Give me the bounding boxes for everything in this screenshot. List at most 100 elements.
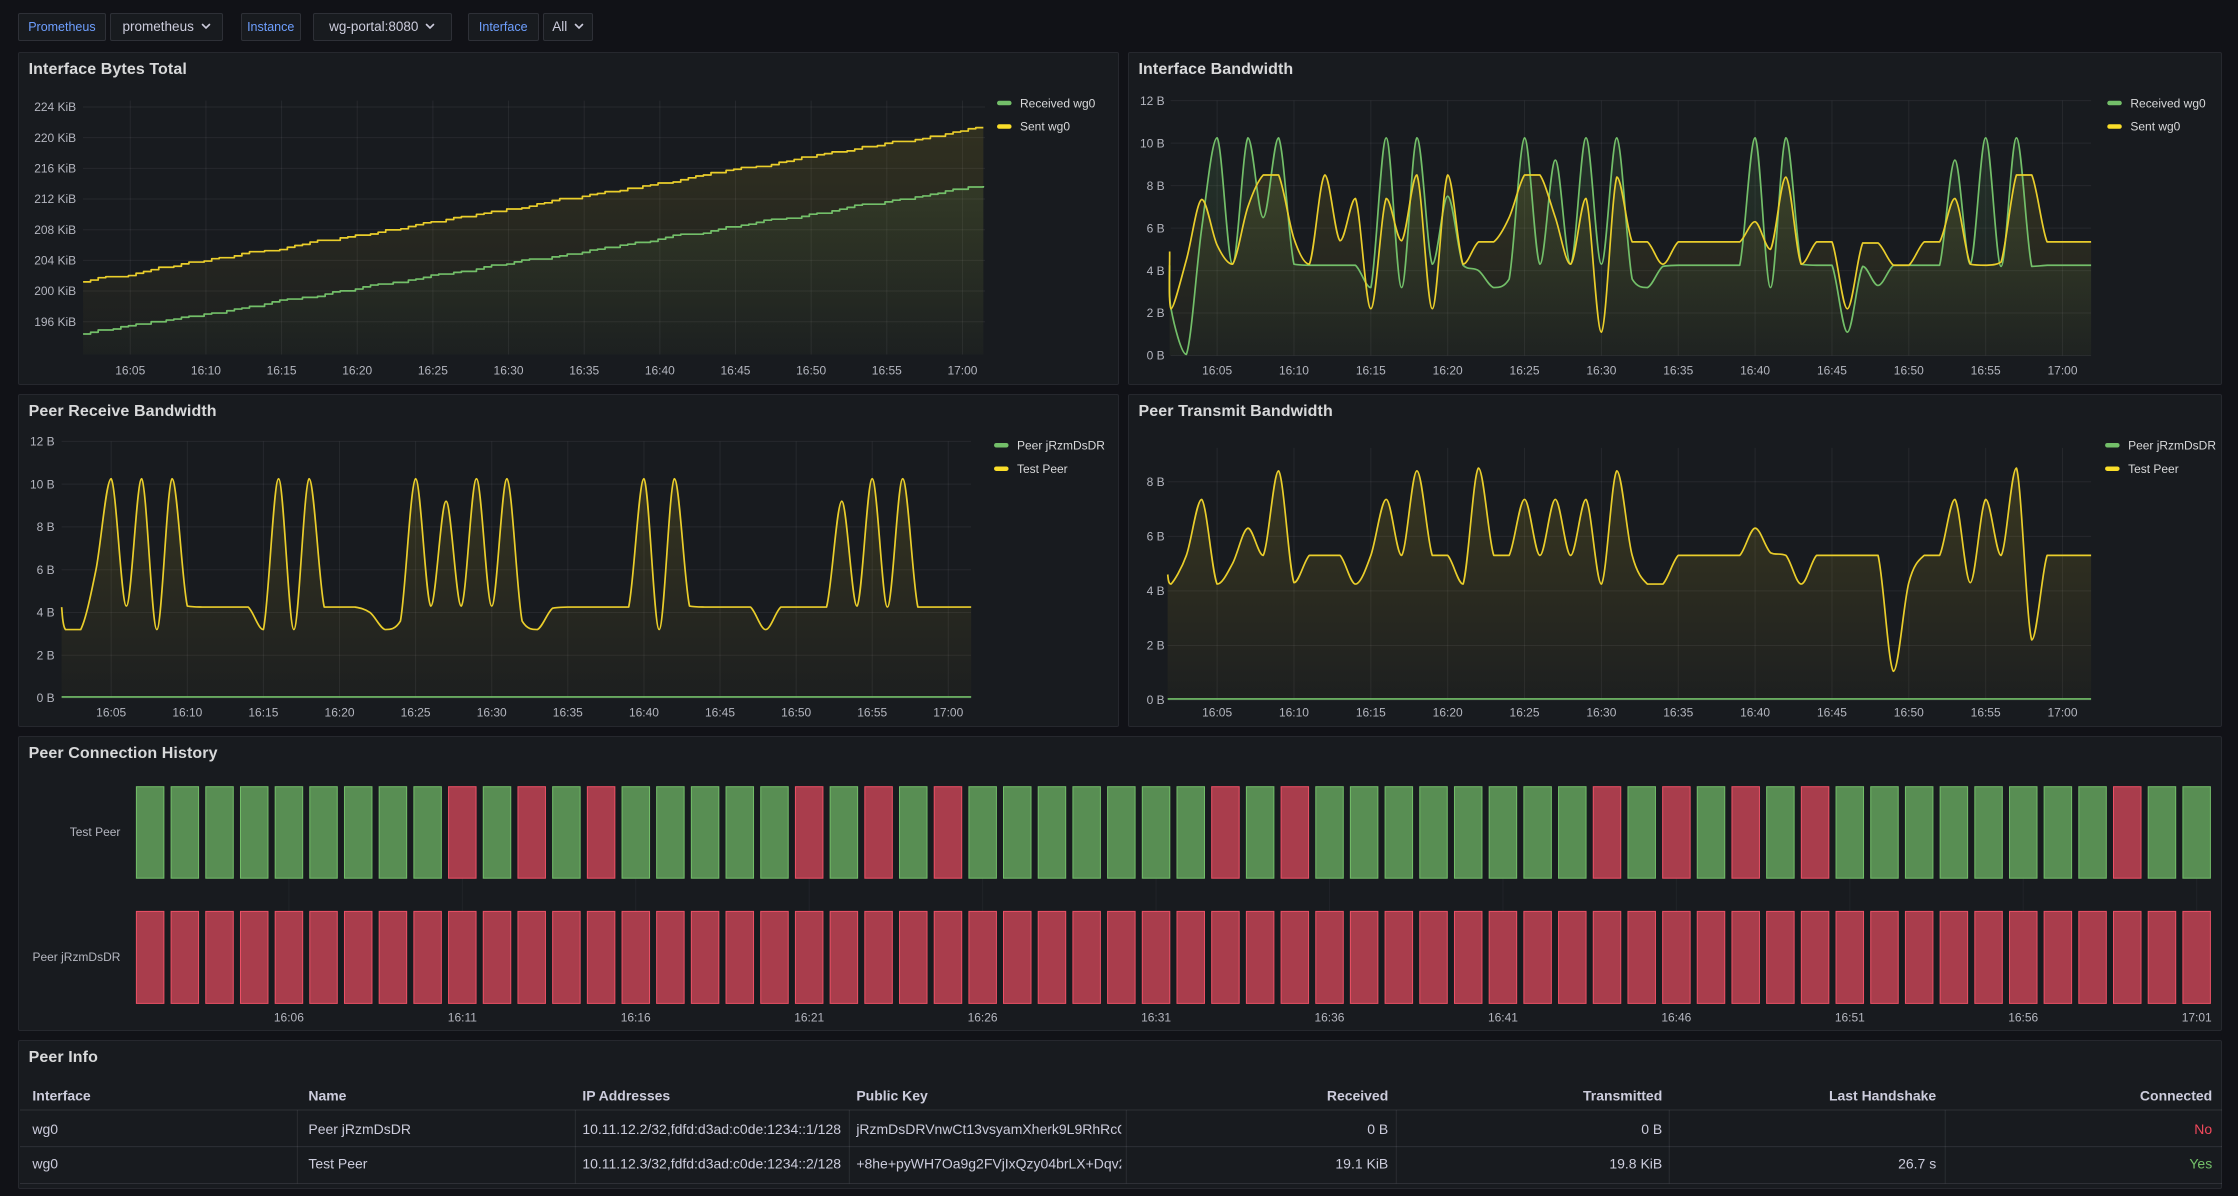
svg-text:216 KiB: 216 KiB (34, 162, 76, 176)
svg-text:16:55: 16:55 (871, 364, 901, 378)
svg-text:200 KiB: 200 KiB (34, 285, 76, 299)
svg-text:16:35: 16:35 (1663, 706, 1693, 720)
svg-text:16:10: 16:10 (191, 364, 221, 378)
svg-text:Peer jRzmDsDR: Peer jRzmDsDR (2128, 439, 2216, 453)
svg-text:26.7 s: 26.7 s (1898, 1156, 1936, 1172)
svg-text:16:20: 16:20 (342, 364, 372, 378)
svg-text:12 B: 12 B (1140, 94, 1165, 108)
svg-text:16:45: 16:45 (720, 364, 750, 378)
svg-text:Test Peer: Test Peer (308, 1156, 367, 1172)
svg-text:0 B: 0 B (1641, 1121, 1662, 1137)
svg-text:16:15: 16:15 (248, 706, 278, 720)
svg-text:16:10: 16:10 (1278, 364, 1308, 378)
svg-text:16:06: 16:06 (273, 1011, 303, 1025)
svg-text:16:35: 16:35 (1663, 364, 1693, 378)
svg-text:Test Peer: Test Peer (2128, 462, 2179, 476)
svg-text:Peer jRzmDsDR: Peer jRzmDsDR (308, 1121, 411, 1137)
svg-text:10.11.12.2/32,fdfd:d3ad:c0de:1: 10.11.12.2/32,fdfd:d3ad:c0de:1234::1/128 (582, 1121, 841, 1137)
svg-text:16:51: 16:51 (1834, 1011, 1864, 1025)
svg-text:17:00: 17:00 (933, 706, 963, 720)
svg-text:16:11: 16:11 (447, 1011, 476, 1025)
svg-text:8 B: 8 B (36, 520, 54, 534)
svg-text:Test Peer: Test Peer (69, 825, 120, 839)
svg-text:16:40: 16:40 (1740, 364, 1770, 378)
svg-text:16:55: 16:55 (1970, 706, 2000, 720)
svg-text:+8he+pyWH7Oa9g2FVjIxQzy04brLX+: +8he+pyWH7Oa9g2FVjIxQzy04brLX+Dqv2yz (856, 1156, 1140, 1172)
svg-text:0 B: 0 B (36, 691, 54, 705)
svg-text:0 B: 0 B (1146, 693, 1164, 707)
svg-text:4 B: 4 B (1146, 264, 1164, 278)
svg-text:6 B: 6 B (36, 563, 54, 577)
svg-text:Sent wg0: Sent wg0 (2130, 120, 2180, 134)
svg-text:8 B: 8 B (1146, 475, 1164, 489)
svg-text:2 B: 2 B (1146, 639, 1164, 653)
svg-text:16:31: 16:31 (1141, 1011, 1171, 1025)
svg-text:Test Peer: Test Peer (1017, 462, 1068, 476)
svg-text:16:05: 16:05 (96, 706, 126, 720)
svg-text:16:30: 16:30 (1586, 706, 1616, 720)
svg-text:jRzmDsDRVnwCt13vsyamXherk9L9Rh: jRzmDsDRVnwCt13vsyamXherk9L9RhRcQ5EK (855, 1121, 1155, 1137)
svg-text:16:40: 16:40 (1740, 706, 1770, 720)
svg-text:Received wg0: Received wg0 (1020, 97, 1096, 111)
svg-text:wg0: wg0 (31, 1121, 58, 1137)
svg-text:16:15: 16:15 (1355, 364, 1385, 378)
svg-text:6 B: 6 B (1146, 530, 1164, 544)
svg-text:16:16: 16:16 (620, 1011, 650, 1025)
svg-text:16:25: 16:25 (400, 706, 430, 720)
svg-text:Received: Received (1326, 1087, 1387, 1103)
svg-text:16:45: 16:45 (1816, 706, 1846, 720)
svg-text:16:55: 16:55 (857, 706, 887, 720)
svg-text:16:35: 16:35 (552, 706, 582, 720)
svg-text:16:21: 16:21 (794, 1011, 824, 1025)
svg-text:16:55: 16:55 (1970, 364, 2000, 378)
svg-text:16:56: 16:56 (2008, 1011, 2038, 1025)
svg-text:Public Key: Public Key (856, 1087, 928, 1103)
svg-text:17:00: 17:00 (2047, 706, 2077, 720)
svg-text:16:10: 16:10 (1278, 706, 1308, 720)
svg-text:4 B: 4 B (36, 606, 54, 620)
svg-text:16:46: 16:46 (1661, 1011, 1691, 1025)
svg-text:16:20: 16:20 (1432, 364, 1462, 378)
svg-text:19.1 KiB: 19.1 KiB (1335, 1156, 1388, 1172)
svg-text:Transmitted: Transmitted (1583, 1087, 1662, 1103)
svg-text:8 B: 8 B (1146, 179, 1164, 193)
svg-text:16:45: 16:45 (705, 706, 735, 720)
svg-text:Last Handshake: Last Handshake (1829, 1087, 1936, 1103)
svg-text:16:05: 16:05 (115, 364, 145, 378)
svg-text:16:26: 16:26 (967, 1011, 997, 1025)
svg-text:Connected: Connected (2140, 1087, 2212, 1103)
svg-text:Received wg0: Received wg0 (2130, 97, 2206, 111)
svg-text:16:20: 16:20 (1432, 706, 1462, 720)
svg-text:16:25: 16:25 (1509, 706, 1539, 720)
svg-text:4 B: 4 B (1146, 584, 1164, 598)
svg-text:2 B: 2 B (1146, 307, 1164, 321)
svg-text:17:00: 17:00 (947, 364, 977, 378)
svg-text:16:41: 16:41 (1488, 1011, 1518, 1025)
svg-text:IP Addresses: IP Addresses (582, 1087, 670, 1103)
svg-text:6 B: 6 B (1146, 222, 1164, 236)
svg-text:10.11.12.3/32,fdfd:d3ad:c0de:1: 10.11.12.3/32,fdfd:d3ad:c0de:1234::2/128 (582, 1156, 841, 1172)
svg-text:220 KiB: 220 KiB (34, 131, 76, 145)
svg-text:10 B: 10 B (1140, 137, 1165, 151)
svg-text:16:50: 16:50 (1893, 364, 1923, 378)
svg-text:16:50: 16:50 (1893, 706, 1923, 720)
svg-text:16:50: 16:50 (796, 364, 826, 378)
svg-text:16:36: 16:36 (1314, 1011, 1344, 1025)
svg-text:16:25: 16:25 (417, 364, 447, 378)
svg-text:16:40: 16:40 (644, 364, 674, 378)
svg-text:Peer jRzmDsDR: Peer jRzmDsDR (1017, 439, 1105, 453)
svg-text:16:20: 16:20 (324, 706, 354, 720)
svg-text:10 B: 10 B (30, 477, 55, 491)
svg-text:16:30: 16:30 (476, 706, 506, 720)
svg-text:224 KiB: 224 KiB (34, 100, 76, 114)
svg-text:Yes: Yes (2189, 1156, 2212, 1172)
svg-text:Peer jRzmDsDR: Peer jRzmDsDR (32, 950, 120, 964)
svg-text:12 B: 12 B (30, 435, 55, 449)
svg-text:196 KiB: 196 KiB (34, 315, 76, 329)
svg-text:16:15: 16:15 (266, 364, 296, 378)
svg-text:208 KiB: 208 KiB (34, 223, 76, 237)
svg-text:16:45: 16:45 (1816, 364, 1846, 378)
svg-text:16:05: 16:05 (1202, 706, 1232, 720)
svg-text:16:30: 16:30 (1586, 364, 1616, 378)
svg-text:Name: Name (308, 1087, 346, 1103)
